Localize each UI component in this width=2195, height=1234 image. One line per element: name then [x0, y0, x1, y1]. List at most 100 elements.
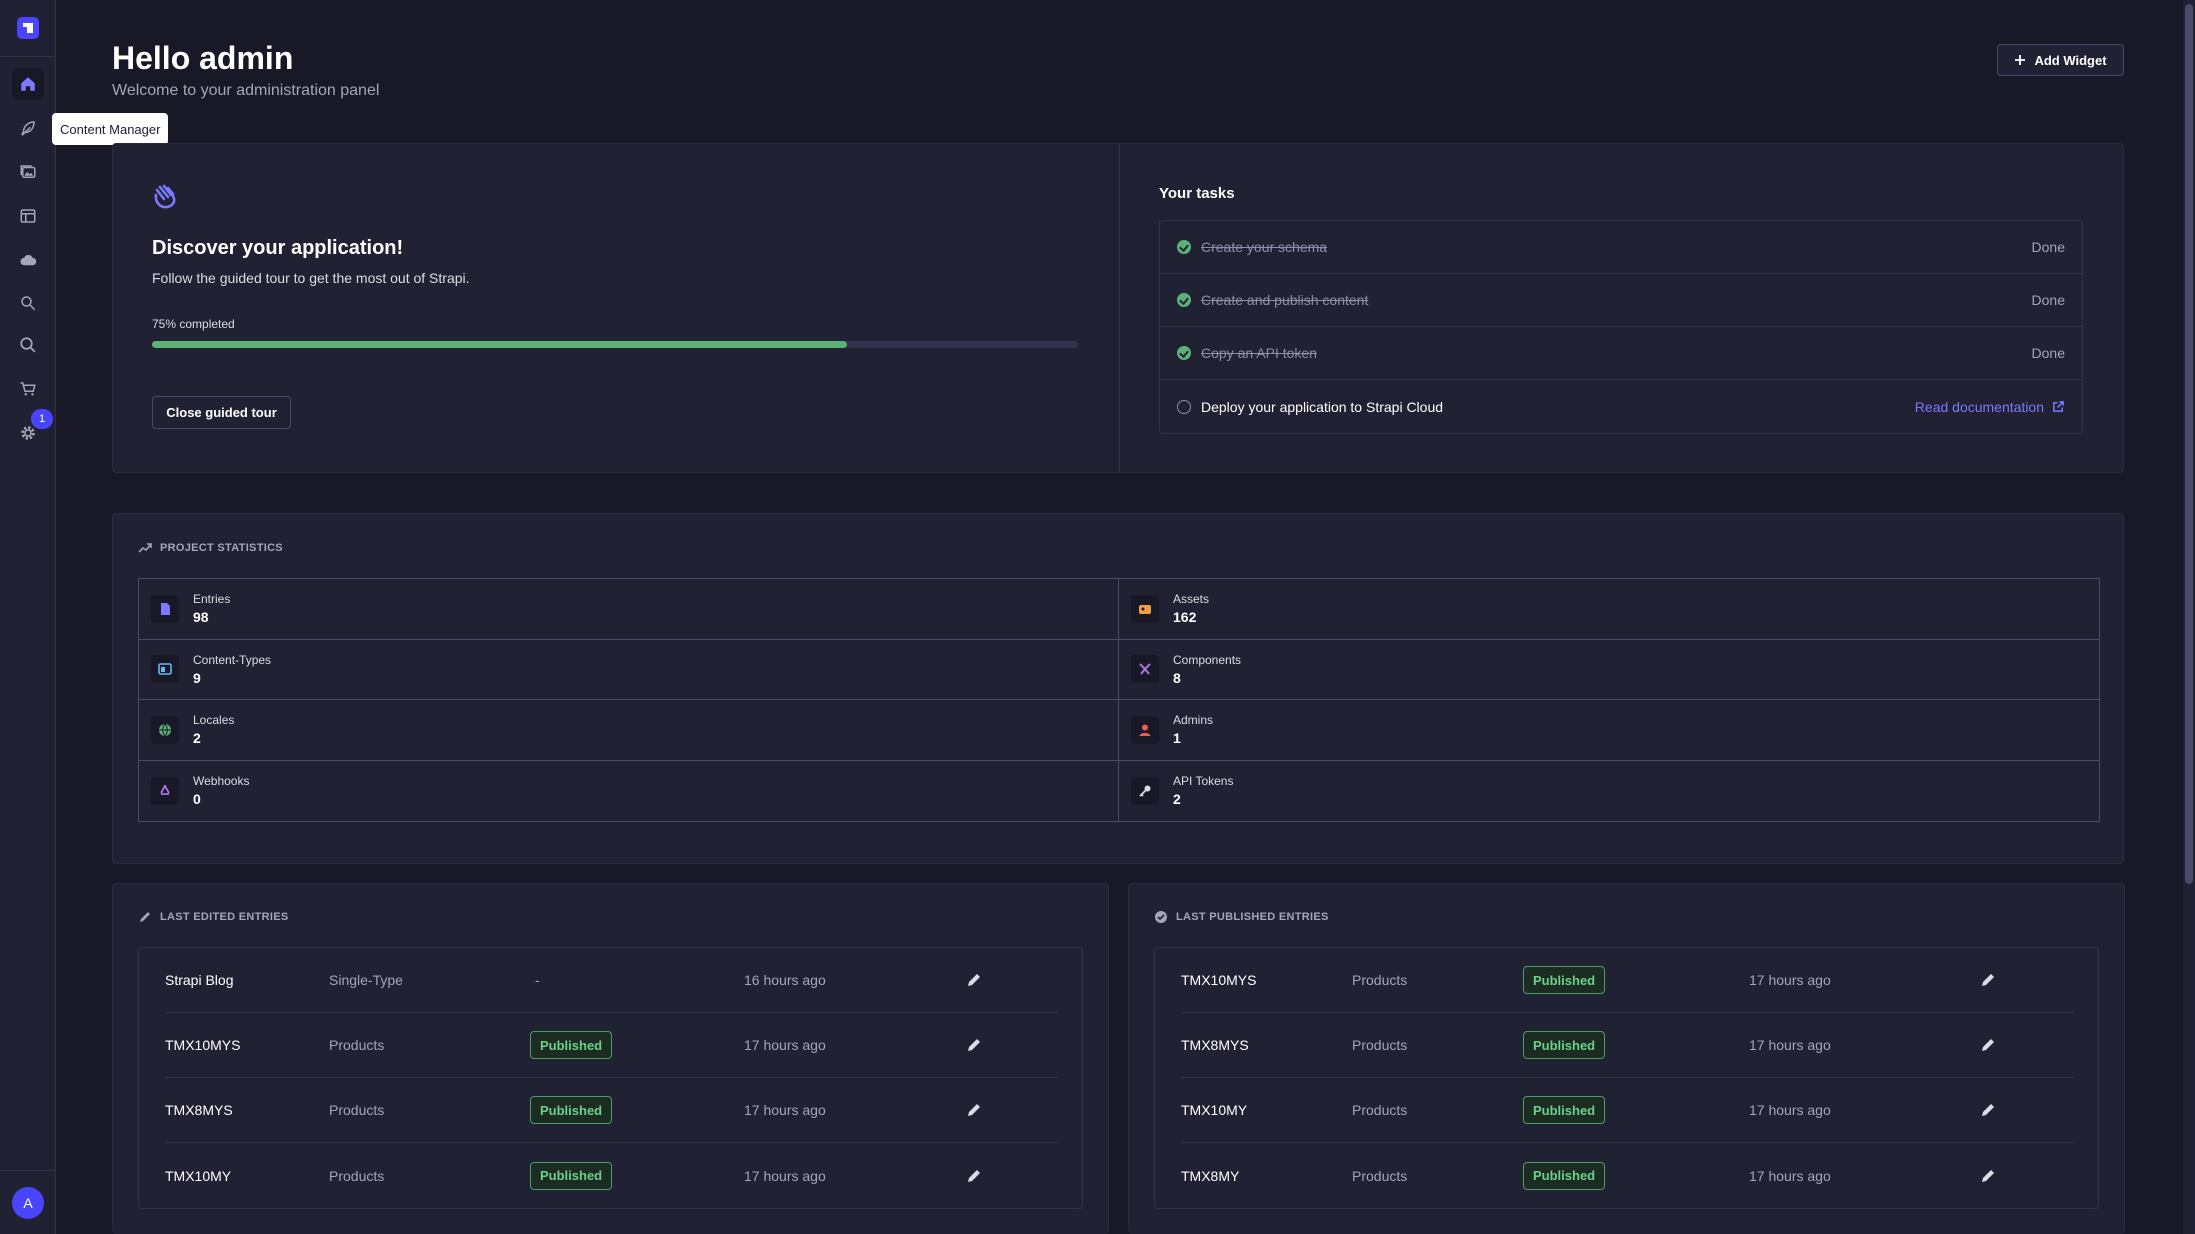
- home-icon: [21, 77, 35, 91]
- task-item: Copy an API token Done: [1160, 327, 2082, 380]
- stat-label: Webhooks: [193, 774, 250, 789]
- stat-label: Assets: [1173, 592, 1210, 607]
- stat-components: Components 8: [1119, 640, 2099, 700]
- edit-pencil-icon[interactable]: [1980, 1168, 1996, 1184]
- stat-value: 162: [1173, 609, 1197, 626]
- entry-title: Strapi Blog: [165, 972, 234, 988]
- webhooks-icon: [160, 784, 170, 795]
- table-row[interactable]: TMX8MYS Products Published 17 hours ago: [1181, 1013, 2073, 1078]
- read-documentation-link[interactable]: Read documentation: [1915, 399, 2065, 415]
- table-row[interactable]: TMX10MY Products Published 17 hours ago: [165, 1143, 1057, 1208]
- entries-icon: [161, 602, 170, 615]
- edit-pencil-icon[interactable]: [966, 1037, 982, 1053]
- entry-type: Products: [329, 1167, 385, 1184]
- stat-locales: Locales 2: [139, 700, 1119, 761]
- status-badge: Published: [530, 1161, 613, 1190]
- table-row[interactable]: TMX10MYS Products Published 17 hours ago: [1181, 948, 2073, 1013]
- edit-pencil-icon[interactable]: [1980, 972, 1996, 988]
- page-scrollbar-thumb[interactable]: [2185, 4, 2193, 884]
- nav-content-type-builder[interactable]: [12, 200, 44, 232]
- entry-type: Products: [1352, 972, 1408, 988]
- read-documentation-label: Read documentation: [1914, 398, 2044, 415]
- search-icon: [21, 296, 36, 311]
- nav-deploy[interactable]: [12, 244, 44, 276]
- stat-label: Locales: [193, 713, 235, 728]
- stat-admins: Admins 1: [1119, 700, 2099, 761]
- settings-notification-badge: 1: [31, 409, 53, 429]
- add-widget-button[interactable]: Add Widget: [1997, 44, 2124, 76]
- stat-value: 2: [1173, 791, 1181, 808]
- stat-value: 98: [193, 609, 209, 626]
- add-widget-label: Add Widget: [2034, 52, 2107, 68]
- table-row[interactable]: TMX8MY Products Published 17 hours ago: [1181, 1143, 2073, 1208]
- cloud-icon: [20, 255, 37, 266]
- entry-time: 17 hours ago: [744, 1167, 826, 1184]
- task-label: Deploy your application to Strapi Cloud: [1201, 398, 1444, 415]
- nav-media-library[interactable]: [12, 156, 44, 188]
- magnifier-icon: [20, 337, 36, 353]
- table-row[interactable]: Strapi Blog Single-Type - 16 hours ago: [165, 948, 1057, 1013]
- tour-progress-label: 75% completed: [152, 317, 235, 331]
- task-status: Done: [2031, 345, 2065, 361]
- last-edited-header: LAST EDITED ENTRIES: [138, 910, 289, 924]
- nav-search[interactable]: [12, 287, 44, 319]
- edit-pencil-icon[interactable]: [1980, 1102, 1996, 1118]
- plus-icon: [2015, 55, 2026, 65]
- stat-assets: Assets 162: [1119, 579, 2099, 640]
- task-label: Create and publish content: [1201, 292, 1369, 308]
- content-types-icon: [158, 663, 172, 676]
- nav-search-alt[interactable]: [12, 329, 44, 361]
- task-item: Create your schema Done: [1160, 221, 2082, 274]
- tour-divider: [1119, 144, 1120, 472]
- edit-pencil-icon[interactable]: [966, 1168, 982, 1184]
- stat-value: 2: [193, 730, 201, 747]
- entry-type: Products: [1352, 1037, 1408, 1053]
- table-row[interactable]: TMX10MY Products Published 17 hours ago: [1181, 1078, 2073, 1143]
- nav-content-manager[interactable]: [12, 112, 44, 144]
- pencil-icon: [140, 912, 150, 922]
- guided-tour-card: Discover your application! Follow the gu…: [112, 143, 2124, 473]
- entry-time: 17 hours ago: [1749, 1167, 1831, 1184]
- page-title: Hello admin: [112, 40, 294, 76]
- table-row[interactable]: TMX8MYS Products Published 17 hours ago: [165, 1078, 1057, 1143]
- edit-pencil-icon[interactable]: [1980, 1037, 1996, 1053]
- edit-pencil-icon[interactable]: [966, 1102, 982, 1118]
- last-edited-table: Strapi Blog Single-Type - 16 hours ago T…: [138, 947, 1083, 1209]
- check-circle-icon: [1155, 911, 1167, 923]
- entry-title: TMX8MYS: [1181, 1037, 1249, 1053]
- waving-hand-icon: [154, 184, 176, 209]
- close-guided-tour-button[interactable]: Close guided tour: [152, 396, 291, 429]
- entry-title: TMX10MYS: [165, 1037, 241, 1053]
- status-badge: Published: [1523, 1096, 1606, 1124]
- user-avatar[interactable]: A: [12, 1187, 44, 1219]
- last-edited-title: LAST EDITED ENTRIES: [160, 911, 289, 923]
- tour-progress-bar: [152, 341, 1078, 348]
- nav-home[interactable]: [12, 68, 44, 100]
- status-badge: Published: [530, 1096, 613, 1124]
- tour-title: Discover your application!: [152, 237, 404, 259]
- entry-type: Products: [329, 1102, 385, 1118]
- last-edited-entries-card: LAST EDITED ENTRIES Strapi Blog Single-T…: [112, 883, 1109, 1234]
- stat-label: API Tokens: [1173, 774, 1234, 789]
- task-list: Create your schema Done Create and publi…: [1159, 220, 2083, 434]
- task-status: Done: [2031, 292, 2065, 308]
- entry-status: -: [535, 972, 540, 988]
- status-badge: Published: [1523, 1161, 1606, 1190]
- nav-marketplace[interactable]: [12, 373, 44, 405]
- stat-entries: Entries 98: [139, 579, 1119, 640]
- stat-value: 1: [1173, 730, 1181, 747]
- entry-time: 17 hours ago: [1749, 972, 1831, 988]
- stat-label: Entries: [193, 592, 231, 607]
- stat-content-types: Content-Types 9: [139, 639, 1119, 700]
- table-row[interactable]: TMX10MYS Products Published 17 hours ago: [165, 1013, 1057, 1078]
- empty-circle-icon: [1177, 399, 1191, 414]
- strapi-logo[interactable]: [17, 17, 39, 39]
- stat-label: Content-Types: [193, 652, 272, 667]
- page-subtitle: Welcome to your administration panel: [112, 82, 380, 99]
- edit-pencil-icon[interactable]: [966, 972, 982, 988]
- status-badge: Published: [530, 1031, 613, 1059]
- last-published-header: LAST PUBLISHED ENTRIES: [1154, 910, 1329, 924]
- task-item: Deploy your application to Strapi Cloud …: [1160, 380, 2082, 433]
- entry-time: 16 hours ago: [744, 972, 826, 988]
- project-statistics-header: PROJECT STATISTICS: [138, 541, 283, 555]
